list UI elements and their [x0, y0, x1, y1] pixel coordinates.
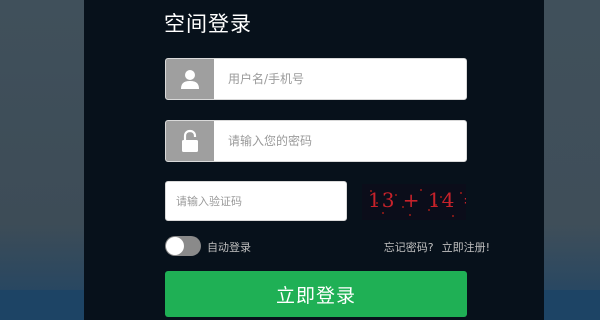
auto-login-toggle[interactable] [165, 236, 201, 256]
login-button[interactable]: 立即登录 [165, 271, 467, 317]
auto-login-label: 自动登录 [207, 241, 251, 254]
captcha-text: 13 + 14 =? [368, 188, 466, 213]
user-icon [166, 59, 214, 99]
password-input[interactable] [214, 121, 466, 161]
forgot-password-link[interactable]: 忘记密码? [384, 241, 434, 254]
page-title: 空间登录 [164, 12, 252, 36]
captcha-equation: 13 + 14 = [368, 188, 466, 212]
username-field[interactable] [165, 58, 467, 100]
captcha-image[interactable]: 13 + 14 =? [362, 184, 466, 220]
username-input[interactable] [214, 59, 466, 99]
toggle-knob [166, 237, 184, 255]
register-link[interactable]: 立即注册! [442, 241, 490, 254]
account-links: 忘记密码? 立即注册! [384, 239, 490, 255]
password-field[interactable] [165, 120, 467, 162]
lock-icon [166, 121, 214, 161]
background-left [0, 0, 84, 320]
background-right [544, 0, 600, 320]
captcha-input[interactable] [166, 182, 346, 220]
captcha-field[interactable] [165, 181, 347, 221]
